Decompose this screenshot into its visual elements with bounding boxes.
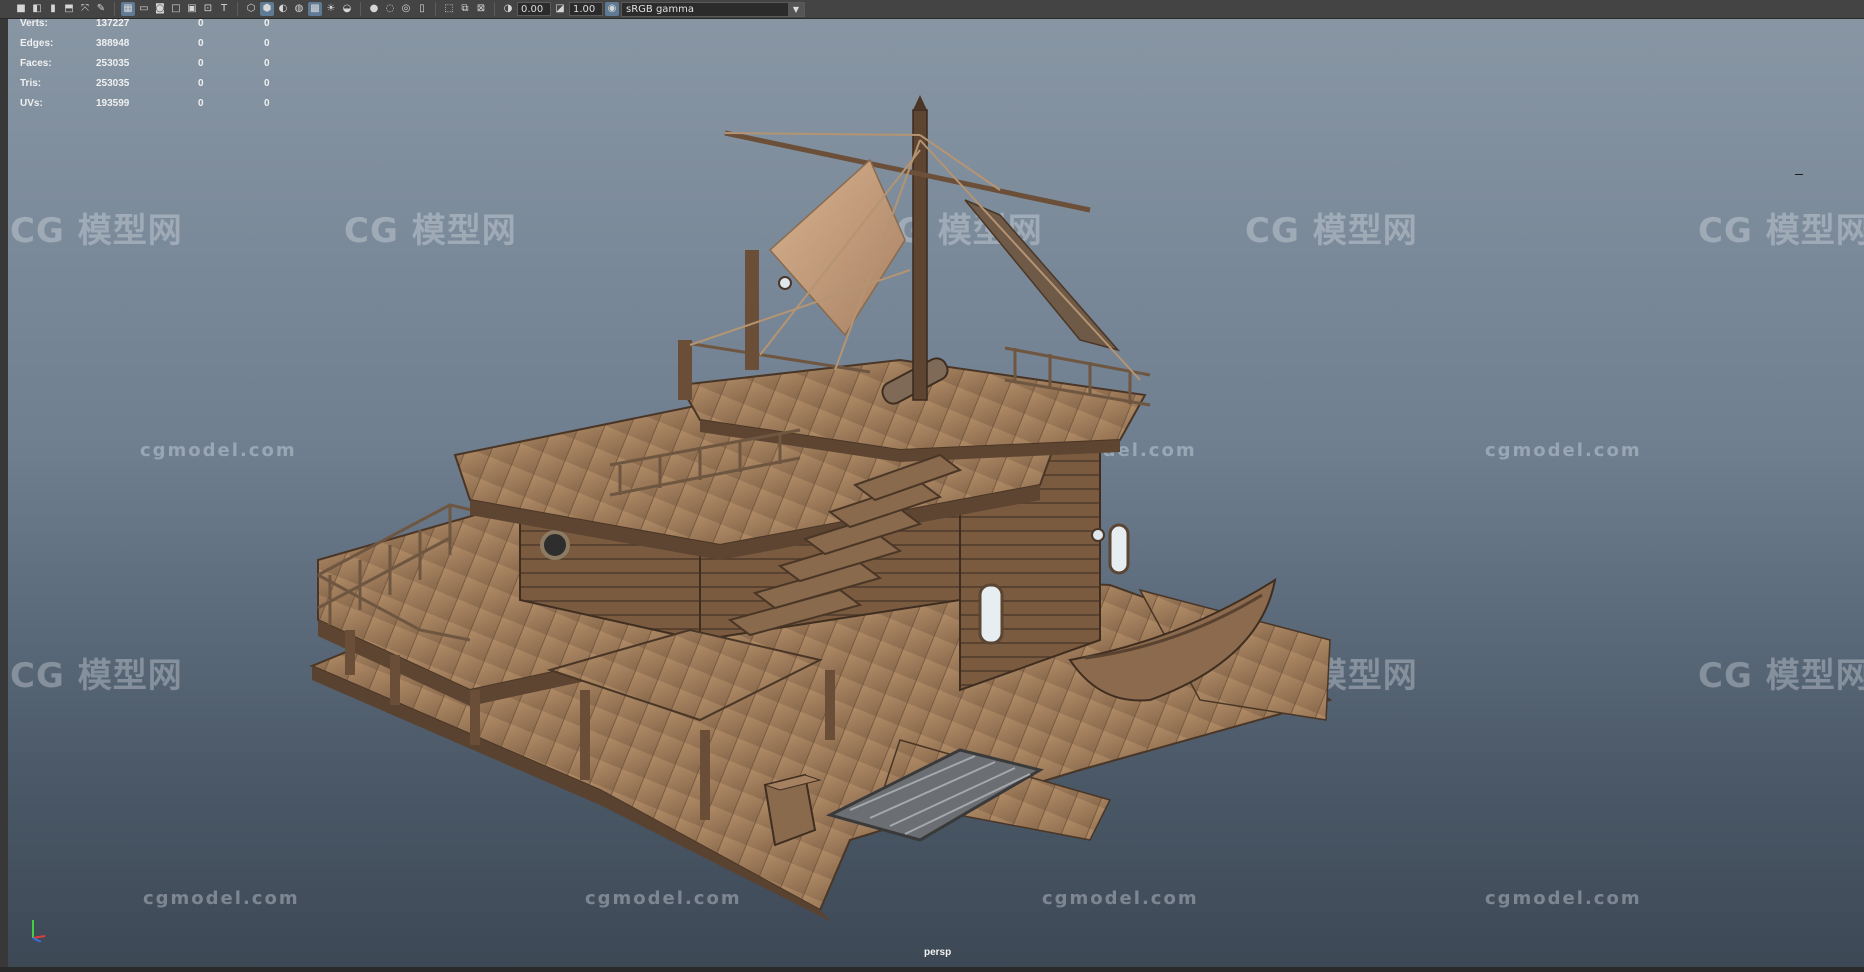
z-axis-icon	[32, 937, 42, 942]
arched-window	[978, 583, 1004, 645]
viewport-marker	[1795, 174, 1803, 175]
hud-row-faces: Faces: 253035 0 0	[20, 58, 270, 69]
lantern	[778, 276, 792, 290]
camera-name-label: persp	[924, 947, 952, 958]
rear-post	[678, 340, 692, 400]
hud-row-tris: Tris: 253035 0 0	[20, 78, 270, 89]
axis-gizmo	[32, 920, 46, 942]
hud-row-verts: Verts: 137227 0 0	[20, 18, 270, 29]
main-sail	[768, 158, 906, 337]
x-axis-icon	[32, 935, 46, 939]
mast-top	[913, 95, 927, 110]
rear-post	[745, 250, 759, 370]
hud-row-edges: Edges: 388948 0 0	[20, 38, 270, 49]
hud-row-uvs: UVs: 193599 0 0	[20, 98, 270, 109]
rear-sail	[964, 199, 1121, 352]
poly-count-hud: Verts: 137227 0 0 Edges: 388948 0 0 Face…	[20, 19, 294, 119]
viewport-bottom-border	[0, 967, 1864, 972]
arched-window	[1108, 523, 1130, 575]
porthole-window	[540, 530, 570, 560]
raft-ship-model[interactable]	[0, 0, 1864, 972]
lantern	[1091, 528, 1105, 542]
